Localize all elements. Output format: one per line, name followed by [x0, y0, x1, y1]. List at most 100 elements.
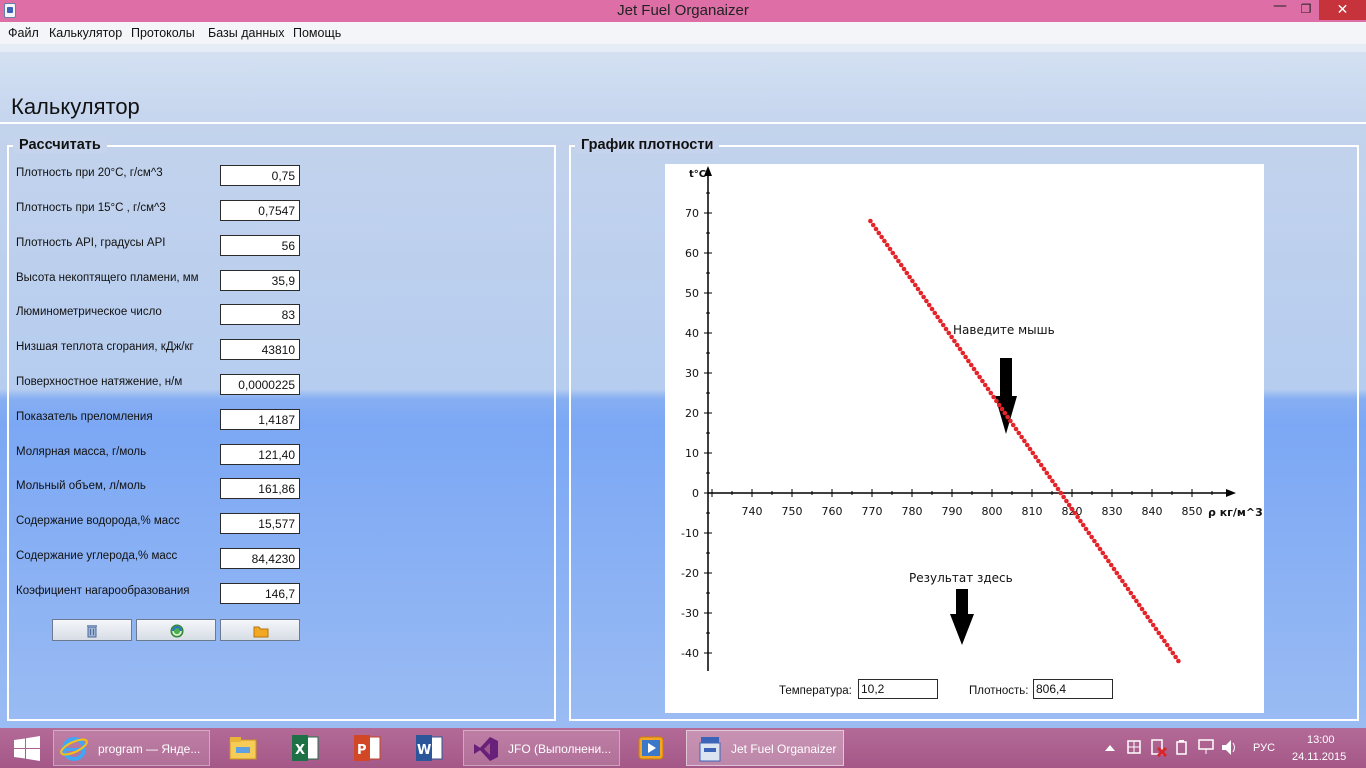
x-tick-label: 780 [902, 505, 923, 518]
data-point [924, 298, 929, 304]
start-button[interactable] [8, 730, 42, 766]
internet-explorer-icon [60, 737, 88, 761]
close-button[interactable]: ✕ [1319, 0, 1366, 20]
data-point [1002, 410, 1008, 416]
data-point [1008, 418, 1013, 424]
explorer-app[interactable] [220, 730, 266, 766]
menu-file[interactable]: Файл [8, 26, 39, 40]
menu-calculator[interactable]: Калькулятор [49, 26, 122, 40]
x-tick-label: 770 [862, 505, 883, 518]
x-tick-label: 840 [1142, 505, 1163, 518]
calculate-button[interactable] [136, 619, 216, 641]
data-point [1125, 586, 1131, 592]
battery-icon [1176, 740, 1187, 755]
data-point [870, 222, 876, 228]
language-indicator[interactable]: РУС [1253, 742, 1275, 754]
minimize-button[interactable]: — [1267, 0, 1293, 18]
data-point [1117, 574, 1122, 580]
carbon-deposit-field[interactable]: 146,7 [220, 583, 300, 604]
api-density-label: Плотность API, градусы API [16, 237, 166, 249]
data-point [1083, 526, 1089, 532]
data-point [1069, 506, 1075, 512]
heat-value-field[interactable]: 43810 [220, 339, 300, 360]
carbon-field[interactable]: 84,4230 [220, 548, 300, 569]
x-tick-label: 790 [942, 505, 963, 518]
result-arrow-icon [950, 589, 974, 645]
data-point [918, 290, 924, 296]
data-point [982, 382, 988, 388]
media-player-icon [638, 736, 664, 760]
data-point [898, 262, 904, 268]
data-point [960, 350, 966, 356]
data-point [949, 334, 954, 340]
data-point [1027, 446, 1033, 452]
folder-icon [253, 623, 269, 642]
data-point [1033, 454, 1038, 460]
luminometer-field[interactable]: 83 [220, 304, 300, 325]
powerpoint-icon: P [354, 735, 381, 761]
data-point [963, 354, 968, 360]
data-point [968, 362, 974, 368]
hydrogen-field[interactable]: 15,577 [220, 513, 300, 534]
maximize-button[interactable]: ❐ [1293, 2, 1319, 22]
y-tick-label: 40 [685, 327, 699, 340]
data-point [932, 310, 938, 316]
y-tick-label: -10 [681, 527, 699, 540]
refraction-field[interactable]: 1,4187 [220, 409, 300, 430]
open-button[interactable] [220, 619, 300, 641]
media-app[interactable] [628, 730, 674, 766]
data-point [1038, 462, 1044, 468]
temperature-field[interactable]: 10,2 [858, 679, 938, 699]
jet-fuel-app[interactable]: Jet Fuel Organaizer [686, 730, 844, 766]
molar-mass-field[interactable]: 121,40 [220, 444, 300, 465]
ie-app[interactable]: program — Янде... [53, 730, 210, 766]
y-tick-label: -30 [681, 607, 699, 620]
word-icon: W [416, 735, 443, 761]
refresh-icon [169, 623, 185, 643]
x-tick-label: 750 [782, 505, 803, 518]
clock-date[interactable]: 24.11.2015 [1292, 751, 1346, 763]
menu-protocols[interactable]: Протоколы [131, 26, 195, 40]
data-point [977, 374, 982, 380]
data-point [1150, 622, 1156, 628]
page-header: Калькулятор [0, 44, 1366, 124]
page-title: Калькулятор [11, 94, 140, 119]
menu-databases[interactable]: Базы данных [208, 26, 285, 40]
word-app[interactable]: W [406, 730, 452, 766]
density-field[interactable]: 806,4 [1033, 679, 1113, 699]
data-point [1044, 470, 1050, 476]
data-point [1064, 498, 1069, 504]
menu-help[interactable]: Помощь [293, 26, 341, 40]
jet-fuel-label: Jet Fuel Organaizer [731, 742, 837, 756]
data-point [1078, 518, 1083, 524]
smoke-point-field[interactable]: 35,9 [220, 270, 300, 291]
density-chart[interactable]: t°C ρ кг/м^3 Наведите мышь Результат зде… [665, 164, 1264, 713]
surface-tension-field[interactable]: 0,0000225 [220, 374, 300, 395]
data-point [901, 266, 907, 272]
data-point [1156, 630, 1162, 636]
data-point [1061, 494, 1066, 500]
data-point [1092, 538, 1097, 544]
data-point [1022, 438, 1027, 444]
data-point [912, 282, 918, 288]
clear-button[interactable] [52, 619, 132, 641]
data-point [974, 370, 980, 376]
data-point [879, 234, 884, 240]
powerpoint-app[interactable]: P [344, 730, 390, 766]
data-point [1122, 582, 1128, 588]
clock-time[interactable]: 13:00 [1307, 734, 1335, 746]
density-20-field[interactable]: 0,75 [220, 165, 300, 186]
molar-volume-field[interactable]: 161,86 [220, 478, 300, 499]
density-15-field[interactable]: 0,7547 [220, 200, 300, 221]
y-tick-label: 70 [685, 207, 699, 220]
api-density-field[interactable]: 56 [220, 235, 300, 256]
data-point [957, 346, 963, 352]
y-tick-label: -40 [681, 647, 699, 660]
excel-app[interactable]: X [282, 730, 328, 766]
temperature-label: Температура: [779, 685, 852, 697]
visual-studio-app[interactable]: JFO (Выполнени... [463, 730, 620, 766]
system-tray [1105, 739, 1235, 758]
result-hint: Результат здесь [909, 571, 1013, 585]
x-tick-label: 740 [742, 505, 763, 518]
header-strip [0, 44, 1366, 52]
